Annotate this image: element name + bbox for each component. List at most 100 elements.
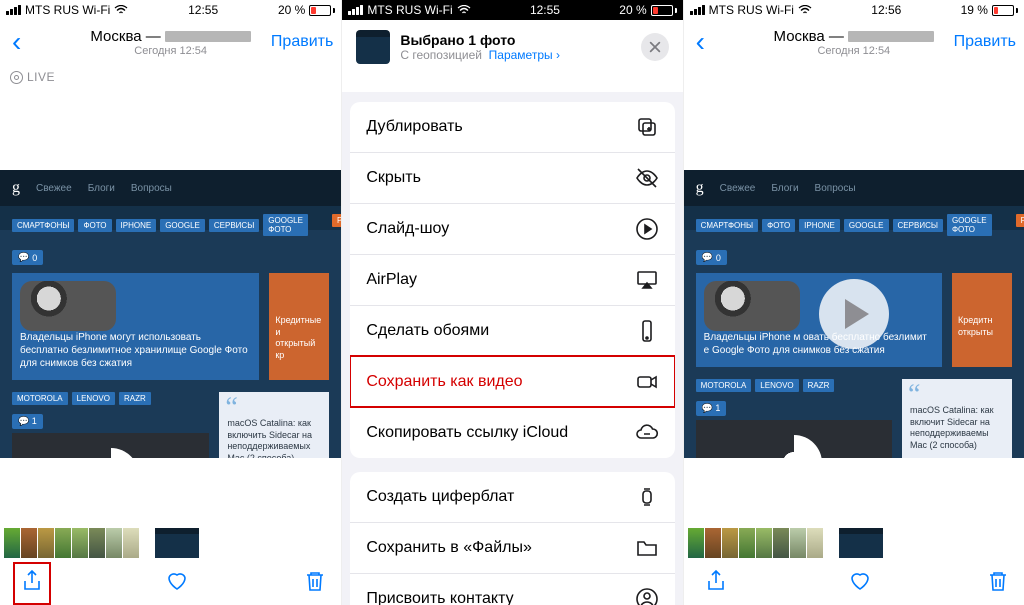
share-button[interactable] bbox=[698, 563, 734, 604]
tag: СЕРВИСЫ bbox=[209, 219, 259, 232]
bottom-toolbar bbox=[684, 561, 1024, 605]
thumbnail[interactable] bbox=[55, 528, 71, 558]
action-label: Скрыть bbox=[366, 169, 421, 187]
thumbnail[interactable] bbox=[790, 528, 806, 558]
menu-item: Блоги bbox=[88, 183, 115, 194]
status-bar: MTS RUS Wi-Fi 12:55 20 % bbox=[342, 0, 682, 20]
action-wallpaper[interactable]: Сделать обоями bbox=[350, 305, 674, 356]
action-save-video[interactable]: Сохранить как видео bbox=[350, 356, 674, 407]
close-icon bbox=[648, 40, 662, 54]
play-circle-icon bbox=[635, 217, 659, 241]
thumbnail-strip[interactable] bbox=[0, 525, 341, 561]
eye-slash-icon bbox=[635, 166, 659, 190]
photo-content[interactable]: g Свежее Блоги Вопросы СМАРТФОНЫ ФОТО IP… bbox=[0, 170, 341, 458]
back-button[interactable]: ‹ bbox=[8, 28, 25, 56]
thumbnail[interactable] bbox=[106, 528, 122, 558]
carrier-label: MTS RUS Wi-Fi bbox=[709, 3, 794, 17]
action-label: Сделать обоями bbox=[366, 322, 489, 340]
back-button[interactable]: ‹ bbox=[692, 28, 709, 56]
status-time: 12:56 bbox=[871, 3, 901, 17]
favorite-button[interactable] bbox=[848, 569, 872, 598]
action-group-1: Дублировать Скрыть Слайд-шоу AirPlay Сде… bbox=[350, 102, 674, 458]
site-topbar: g Свежее Блоги Вопросы bbox=[0, 170, 341, 206]
thumbnail[interactable] bbox=[756, 528, 772, 558]
action-label: Дублировать bbox=[366, 118, 462, 136]
status-bar: MTS RUS Wi-Fi 12:56 19 % bbox=[684, 0, 1024, 20]
contact-icon bbox=[635, 587, 659, 605]
thumbnail[interactable] bbox=[4, 528, 20, 558]
tag: СЕРВИСЫ bbox=[893, 219, 943, 232]
thumbnail[interactable] bbox=[705, 528, 721, 558]
delete-button[interactable] bbox=[986, 569, 1010, 598]
action-slideshow[interactable]: Слайд-шоу bbox=[350, 203, 674, 254]
wifi-icon bbox=[457, 5, 471, 15]
thumbnail-current[interactable] bbox=[155, 528, 199, 558]
delete-button[interactable] bbox=[303, 569, 327, 598]
share-icon bbox=[704, 569, 728, 593]
thumbnail-strip[interactable] bbox=[684, 525, 1024, 561]
phone-icon bbox=[635, 319, 659, 343]
share-sheet-body[interactable]: Дублировать Скрыть Слайд-шоу AirPlay Сде… bbox=[342, 92, 682, 605]
screen-photo-viewer-left: MTS RUS Wi-Fi 12:55 20 % ‹ Москва — Сего… bbox=[0, 0, 341, 605]
battery-icon bbox=[651, 5, 677, 16]
thumbnail[interactable] bbox=[72, 528, 88, 558]
folder-icon bbox=[635, 536, 659, 560]
favorite-button[interactable] bbox=[165, 569, 189, 598]
thumbnail[interactable] bbox=[807, 528, 823, 558]
thumbnail[interactable] bbox=[722, 528, 738, 558]
tag-row: СМАРТФОНЫ ФОТО IPHONE GOOGLE СЕРВИСЫ GOO… bbox=[684, 206, 1004, 244]
tag-row-right: РОССИЯ ЗАК bbox=[1004, 206, 1024, 235]
tag: LENOVO bbox=[72, 392, 115, 405]
action-hide[interactable]: Скрыть bbox=[350, 152, 674, 203]
action-label: AirPlay bbox=[366, 271, 417, 289]
thumbnail[interactable] bbox=[89, 528, 105, 558]
tag: GOOGLE bbox=[160, 219, 205, 232]
sheet-title: Выбрано 1 фото bbox=[400, 32, 630, 48]
action-watchface[interactable]: Создать циферблат bbox=[350, 472, 674, 522]
menu-item: Вопросы bbox=[815, 183, 856, 194]
thumbnail[interactable] bbox=[739, 528, 755, 558]
tag: RAZR bbox=[803, 379, 835, 392]
comment-bubble: 💬 0 bbox=[12, 250, 43, 265]
tag-row: СМАРТФОНЫ ФОТО IPHONE GOOGLE СЕРВИСЫ GOO… bbox=[0, 206, 320, 244]
thumbnail-current[interactable] bbox=[839, 528, 883, 558]
action-copy-icloud[interactable]: Скопировать ссылку iCloud bbox=[350, 407, 674, 458]
close-button[interactable] bbox=[641, 33, 669, 61]
tag-row-sec: MOTOROLA LENOVO RAZR bbox=[12, 392, 209, 411]
tag-row-sec: MOTOROLA LENOVO RAZR bbox=[696, 379, 892, 398]
options-link[interactable]: Параметры bbox=[489, 48, 553, 62]
cloud-link-icon bbox=[635, 421, 659, 445]
action-duplicate[interactable]: Дублировать bbox=[350, 102, 674, 152]
nav-title-prefix: Москва — bbox=[774, 28, 844, 45]
battery-pct: 19 % bbox=[961, 3, 988, 17]
action-save-files[interactable]: Сохранить в «Файлы» bbox=[350, 522, 674, 573]
thumbnail[interactable] bbox=[773, 528, 789, 558]
share-button[interactable] bbox=[14, 563, 50, 604]
edit-button[interactable]: Править bbox=[271, 33, 333, 51]
thumbnail[interactable] bbox=[21, 528, 37, 558]
bottom-toolbar bbox=[0, 561, 341, 605]
action-assign-contact[interactable]: Присвоить контакту bbox=[350, 573, 674, 605]
carrier-label: MTS RUS Wi-Fi bbox=[367, 3, 452, 17]
status-bar: MTS RUS Wi-Fi 12:55 20 % bbox=[0, 0, 341, 20]
trash-icon bbox=[303, 569, 327, 593]
menu-item: Блоги bbox=[771, 183, 798, 194]
photo-content[interactable]: g Свежее Блоги Вопросы СМАРТФОНЫ ФОТО IP… bbox=[684, 170, 1024, 458]
thumbnail[interactable] bbox=[688, 528, 704, 558]
selected-photo-thumb[interactable] bbox=[356, 30, 390, 64]
thumbnail[interactable] bbox=[38, 528, 54, 558]
tag: GOOGLE ФОТО bbox=[947, 214, 992, 236]
action-airplay[interactable]: AirPlay bbox=[350, 254, 674, 305]
cell-signal-icon bbox=[6, 5, 21, 15]
edit-button[interactable]: Править bbox=[954, 33, 1016, 51]
nav-title-prefix: Москва — bbox=[90, 28, 160, 45]
chevron-right-icon: › bbox=[556, 48, 560, 62]
heart-icon bbox=[848, 569, 872, 593]
play-button[interactable] bbox=[819, 279, 889, 349]
nav-bar: ‹ Москва — Сегодня 12:54 Править bbox=[684, 20, 1024, 64]
action-label: Сохранить в «Файлы» bbox=[366, 539, 532, 557]
quote-card: macOS Catalina: как включить Sidecar на … bbox=[219, 392, 329, 458]
menu-item: Свежее bbox=[720, 183, 756, 194]
airplay-icon bbox=[635, 268, 659, 292]
thumbnail[interactable] bbox=[123, 528, 139, 558]
